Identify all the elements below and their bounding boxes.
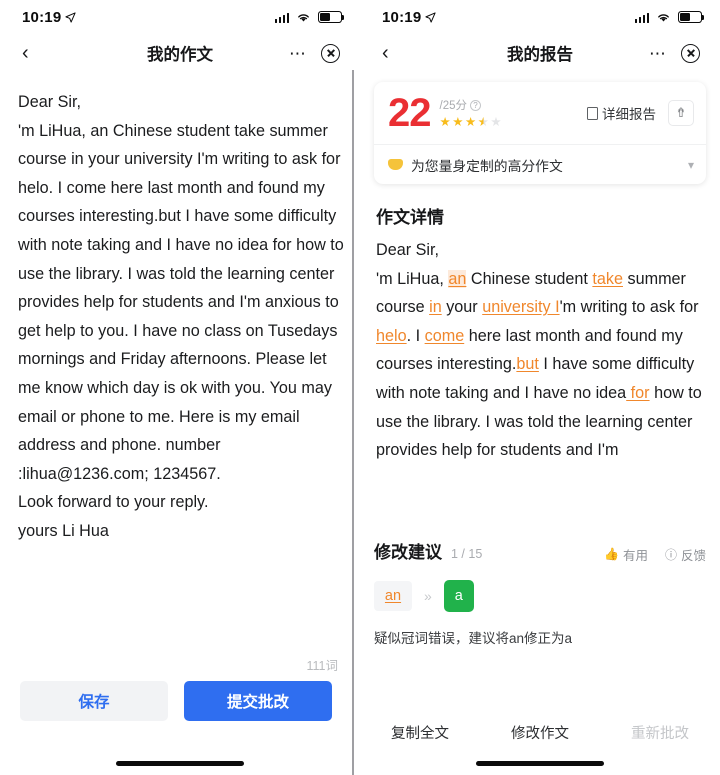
suggestion-tools: 👍 有用 ⓘ 反馈 [604, 545, 706, 564]
signal-dots-icon [634, 12, 649, 23]
recheck-button[interactable]: 重新批改 [600, 722, 720, 743]
signal-dots-icon [274, 12, 289, 23]
thumbs-up-icon: 👍 [604, 547, 619, 561]
nav-actions-left: ⋯ [289, 43, 340, 63]
more-dots-icon[interactable]: ⋯ [289, 45, 307, 62]
exclamation-circle-icon: ⓘ [664, 547, 677, 562]
more-dots-icon[interactable]: ⋯ [649, 45, 667, 62]
left-action-bar: 保存 提交批改 [0, 681, 352, 721]
save-button[interactable]: 保存 [20, 681, 168, 721]
status-bar-left: 10:19 [0, 0, 360, 34]
star-icon: ★ [439, 115, 451, 130]
correction-chips: an » a [374, 579, 706, 612]
status-time-left: 10:19 [22, 9, 76, 26]
back-button-right[interactable]: ‹ [382, 43, 389, 63]
share-upload-icon[interactable]: ⇮ [668, 100, 694, 126]
star-icon: ★ [464, 115, 477, 130]
battery-icon [318, 11, 345, 23]
status-bar-right: 10:19 [360, 0, 720, 34]
submit-correction-button[interactable]: 提交批改 [184, 681, 332, 721]
double-chevron-right-icon: » [424, 587, 432, 604]
location-arrow-icon [65, 11, 76, 23]
error-word[interactable]: university I [482, 298, 559, 316]
error-word[interactable]: helo [376, 327, 407, 345]
dual-screenshot-container: 10:19 ‹ 我的作文 ⋯ Dear Sir, 'm LiHua, an Ch… [0, 0, 720, 775]
original-word-chip[interactable]: an [374, 580, 412, 611]
document-icon [587, 106, 598, 120]
home-indicator-left [116, 761, 244, 766]
essay-text-run: Dear Sir, 'm LiHua, [376, 241, 444, 288]
error-word-active[interactable]: an [448, 269, 467, 288]
location-arrow-icon [425, 11, 436, 23]
report-body: 22 /25分 ? ★ ★ ★ ★ ★ 详细报告 ⇮ 为您量身定制的高分作文 ▾… [360, 72, 720, 481]
nav-actions-right: ⋯ [649, 43, 700, 63]
chevron-down-icon[interactable]: ▾ [688, 158, 694, 172]
suggestion-counter: 1 / 15 [451, 547, 483, 561]
star-half-icon: ★ [477, 115, 489, 130]
star-icon: ★ [490, 115, 502, 130]
wifi-icon [658, 13, 669, 22]
essay-detail-title: 作文详情 [376, 208, 444, 227]
star-icon: ★ [452, 115, 464, 130]
score-card-actions: 详细报告 ⇮ [587, 100, 694, 126]
close-circle-icon[interactable] [321, 43, 340, 63]
battery-icon [678, 11, 705, 23]
suggestion-title: 修改建议 [374, 543, 442, 562]
suggestion-section: 修改建议 1 / 15 👍 有用 ⓘ 反馈 an » a 疑似冠词错误，建议将a… [374, 538, 706, 647]
score-total-row: /25分 ? [440, 97, 502, 113]
suggestion-header: 修改建议 1 / 15 👍 有用 ⓘ 反馈 [374, 538, 706, 564]
copy-full-text-button[interactable]: 复制全文 [360, 722, 480, 743]
nav-bar-right: ‹ 我的报告 ⋯ [360, 34, 720, 72]
promo-banner[interactable]: 为您量身定制的高分作文 ▾ [374, 144, 706, 184]
panel-divider [352, 70, 354, 775]
edit-essay-button[interactable]: 修改作文 [480, 722, 600, 743]
essay-review-text: Dear Sir, 'm LiHua, an Chinese student t… [374, 236, 706, 481]
essay-text-run: . I [406, 326, 425, 345]
home-indicator-right [476, 761, 604, 766]
error-word[interactable]: take [592, 270, 623, 288]
right-panel-my-report: 10:19 ‹ 我的报告 ⋯ 22 /25分 ? ★ ★ ★ ★ ★ 详细报告 … [360, 0, 720, 775]
star-rating: ★ ★ ★ ★ ★ [440, 116, 502, 129]
promo-label: 为您量身定制的高分作文 [411, 158, 563, 174]
useful-button[interactable]: 👍 有用 [604, 545, 648, 564]
detailed-report-label: 详细报告 [602, 107, 656, 122]
status-indicators-right [634, 11, 705, 23]
useful-label: 有用 [622, 548, 648, 563]
error-word[interactable]: come [425, 327, 465, 345]
error-word[interactable]: in [429, 298, 442, 316]
suggestion-description: 疑似冠词错误，建议将an修正为a [374, 630, 573, 646]
left-panel-my-essay: 10:19 ‹ 我的作文 ⋯ Dear Sir, 'm LiHua, an Ch… [0, 0, 360, 775]
error-word[interactable]: but [516, 355, 539, 373]
word-count-label: 111词 [306, 659, 338, 673]
score-card: 22 /25分 ? ★ ★ ★ ★ ★ 详细报告 ⇮ 为您量身定制的高分作文 ▾ [374, 82, 706, 184]
error-word[interactable]: for [626, 384, 650, 402]
status-indicators-left [274, 11, 345, 23]
score-total-label: /25分 [439, 100, 468, 113]
status-time-text-right: 10:19 [382, 8, 422, 26]
diamond-icon [388, 159, 403, 170]
score-card-top: 22 /25分 ? ★ ★ ★ ★ ★ 详细报告 ⇮ [374, 82, 706, 144]
question-mark-icon[interactable]: ? [470, 99, 481, 111]
back-button-left[interactable]: ‹ [22, 43, 29, 63]
nav-bar-left: ‹ 我的作文 ⋯ [0, 34, 360, 72]
close-circle-icon[interactable] [681, 43, 700, 63]
score-meta: /25分 ? ★ ★ ★ ★ ★ [440, 97, 502, 129]
status-time-text: 10:19 [22, 8, 62, 26]
essay-text-run: Chinese student [466, 269, 593, 288]
essay-text-run: 'm writing to ask for [559, 298, 703, 317]
status-time-right: 10:19 [382, 9, 436, 26]
corrected-word-chip[interactable]: a [443, 579, 474, 612]
essay-editor-text[interactable]: Dear Sir, 'm LiHua, an Chinese student t… [0, 72, 360, 620]
wifi-icon [298, 13, 309, 22]
score-value: 22 [388, 91, 431, 135]
feedback-button[interactable]: ⓘ 反馈 [665, 545, 706, 564]
detailed-report-button[interactable]: 详细报告 [587, 103, 656, 123]
essay-text-run: your [441, 298, 483, 317]
bottom-action-bar: 复制全文 修改作文 重新批改 [360, 722, 720, 743]
feedback-label: 反馈 [680, 548, 706, 563]
